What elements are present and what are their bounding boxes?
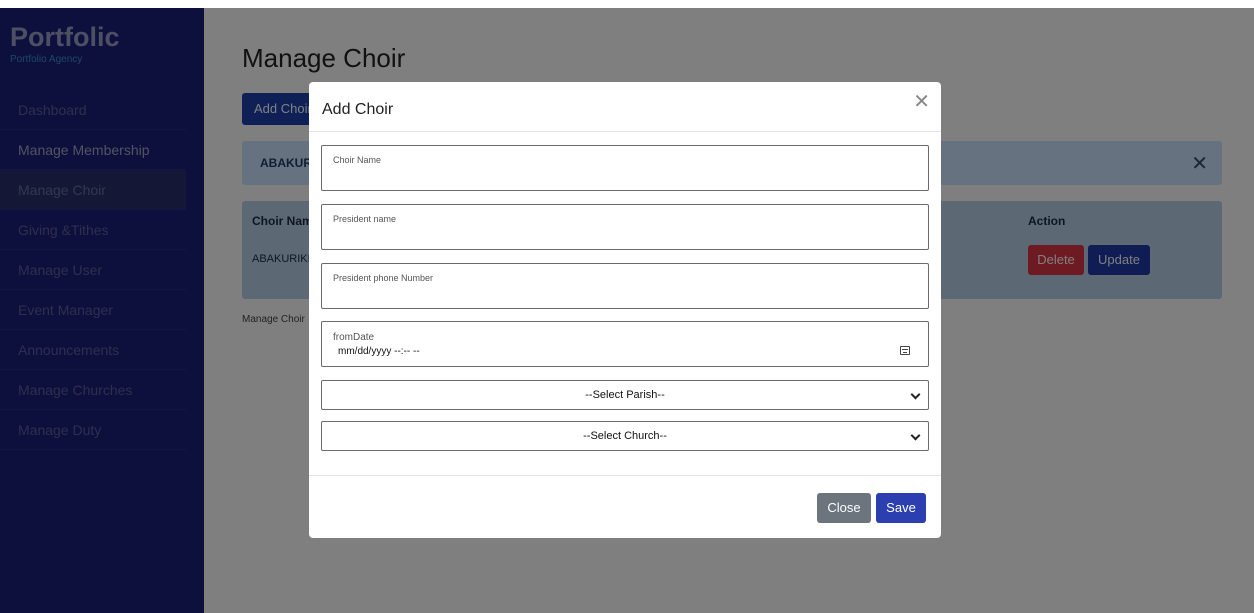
top-strip [0, 0, 1254, 8]
church-select-value: --Select Church-- [583, 430, 667, 442]
add-choir-modal: Add Choir ✕ Choir Name President name Pr… [309, 82, 941, 538]
president-name-label: President name [333, 214, 397, 224]
church-select[interactable]: --Select Church-- [321, 421, 929, 451]
from-date-label: fromDate [333, 332, 375, 343]
choir-name-label: Choir Name [333, 155, 382, 165]
modal-close-icon[interactable]: ✕ [913, 92, 930, 112]
president-phone-label: President phone Number [333, 273, 434, 283]
save-button[interactable]: Save [876, 493, 926, 523]
president-phone-field[interactable]: President phone Number [321, 263, 929, 309]
from-date-field[interactable]: fromDate mm/dd/yyyy --:-- -- [321, 321, 929, 367]
choir-name-field[interactable]: Choir Name [321, 145, 929, 191]
modal-title: Add Choir [322, 101, 394, 118]
parish-select-value: --Select Parish-- [585, 389, 665, 401]
president-name-field[interactable]: President name [321, 204, 929, 250]
close-button[interactable]: Close [817, 493, 871, 523]
parish-select[interactable]: --Select Parish-- [321, 380, 929, 410]
modal-footer-divider [309, 475, 941, 476]
modal-header: Add Choir ✕ [309, 82, 941, 132]
calendar-icon[interactable] [900, 346, 910, 355]
from-date-value: mm/dd/yyyy --:-- -- [338, 346, 420, 357]
